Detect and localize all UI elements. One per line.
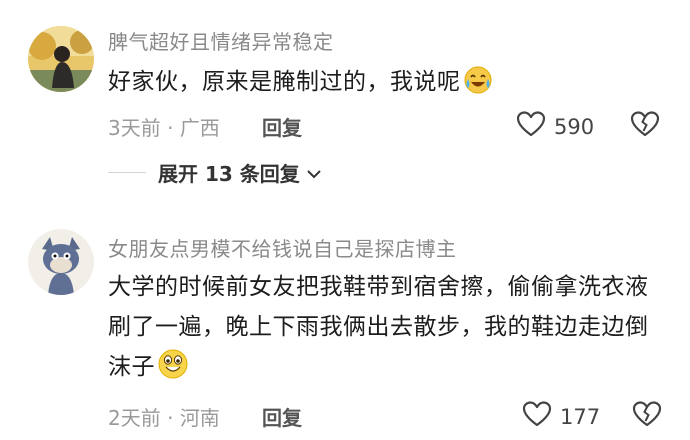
comment-location: 河南	[179, 406, 220, 430]
like-button[interactable]: 590	[516, 110, 594, 143]
meta-separator: ·	[167, 116, 174, 140]
reply-button[interactable]: 回复	[262, 402, 302, 431]
comment-time: 3天前	[108, 116, 161, 140]
broken-heart-icon	[630, 111, 660, 142]
comment-text: 好家伙，原来是腌制过的，我说呢	[108, 62, 668, 108]
expand-divider-line	[108, 172, 146, 173]
comment-text: 大学的时候前女友把我鞋带到宿舍擦，偷偷拿洗衣液刷了一遍，晚上下雨我俩出去散步，我…	[108, 267, 668, 393]
comment-location: 广西	[179, 116, 220, 140]
comment-meta: 3天前 · 广西	[108, 112, 220, 141]
dislike-button[interactable]	[630, 110, 660, 142]
comment-text-content: 好家伙，原来是腌制过的，我说呢	[108, 69, 461, 95]
comment-meta: 2天前 · 河南	[108, 402, 220, 431]
username[interactable]: 脾气超好且情绪异常稳定	[108, 26, 334, 55]
like-count: 590	[554, 114, 595, 139]
dislike-button[interactable]	[632, 400, 662, 432]
comment-text-content: 大学的时候前女友把我鞋带到宿舍擦，偷偷拿洗衣液刷了一遍，晚上下雨我俩出去散步，我…	[108, 274, 649, 380]
chevron-down-icon	[306, 161, 322, 185]
heart-outline-icon	[522, 400, 552, 433]
crying-laughing-emoji-icon	[463, 65, 493, 108]
reply-button[interactable]: 回复	[262, 112, 302, 141]
like-button[interactable]: 177	[522, 400, 600, 433]
avatar[interactable]	[28, 26, 94, 92]
meta-separator: ·	[167, 406, 174, 430]
grinning-emoji-icon	[157, 348, 189, 393]
comment-item: 脾气超好且情绪异常稳定 好家伙，原来是腌制过的，我说呢 3天前 · 广西 回复 …	[0, 0, 690, 150]
expand-replies-label: 展开 13 条回复	[158, 162, 300, 186]
like-count: 177	[560, 404, 601, 429]
expand-replies-button[interactable]: 展开 13 条回复	[108, 158, 322, 187]
comment-item: 女朋友点男模不给钱说自己是探店博主 大学的时候前女友把我鞋带到宿舍擦，偷偷拿洗衣…	[0, 222, 690, 440]
comment-time: 2天前	[108, 406, 161, 430]
avatar[interactable]	[28, 229, 94, 295]
broken-heart-icon	[632, 401, 662, 432]
heart-outline-icon	[516, 110, 546, 143]
username[interactable]: 女朋友点男模不给钱说自己是探店博主	[108, 233, 457, 262]
